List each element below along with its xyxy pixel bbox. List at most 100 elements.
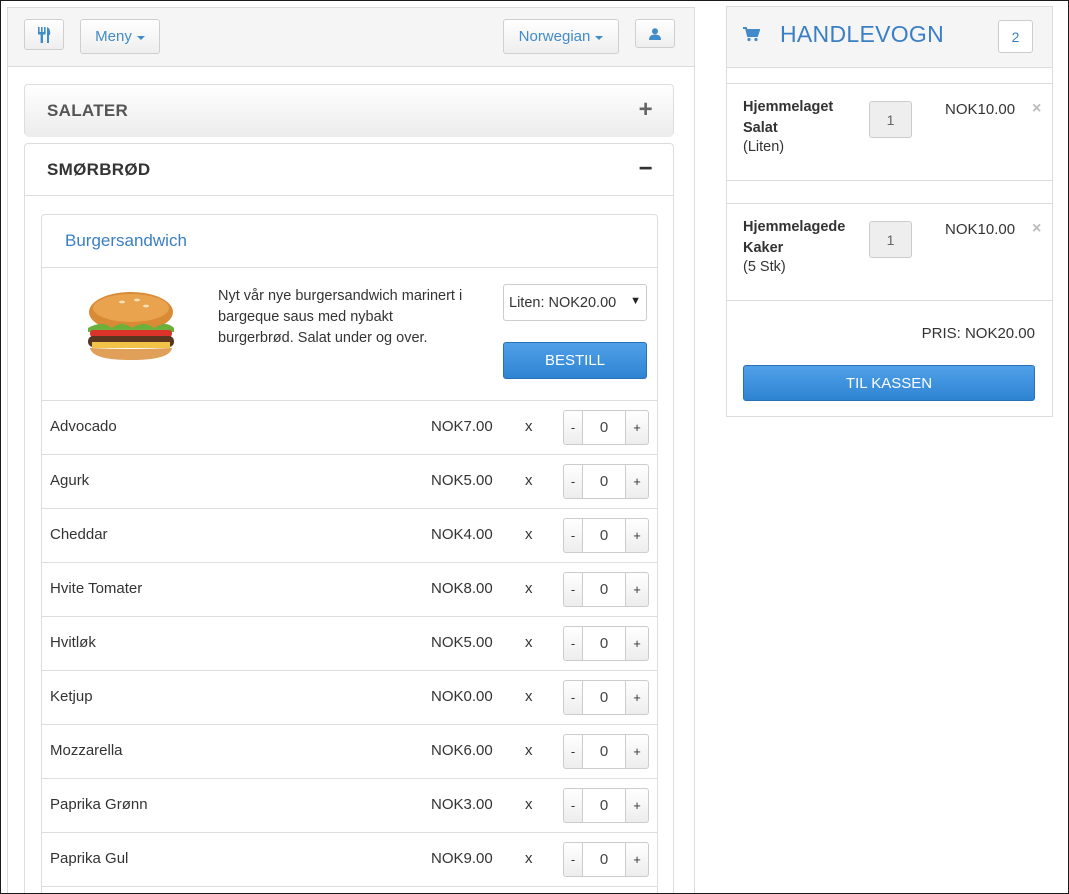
cart-item-price: NOK10.00 — [945, 221, 1016, 238]
increment-button[interactable]: + — [625, 410, 649, 445]
cart-item-name: Hjemmelaget Salat — [743, 99, 834, 136]
multiply-sign: x — [525, 634, 533, 651]
product-description: Nyt vår nye burgersandwich marinert i ba… — [218, 288, 463, 346]
extra-name: Paprika Gul — [50, 850, 129, 867]
decrement-button[interactable]: - — [563, 734, 583, 769]
multiply-sign: x — [525, 850, 533, 867]
quantity-input[interactable]: 0 — [583, 410, 625, 445]
size-select[interactable]: Liten: NOK20.00 ▼ — [503, 284, 647, 321]
extra-price: NOK0.00 — [431, 688, 493, 705]
language-dropdown-button[interactable]: Norwegian — [503, 19, 619, 54]
category-smorbrod: SMØRBRØD − Burgersandwich Nyt vår nye bu… — [24, 143, 674, 893]
extra-name: Advocado — [50, 418, 117, 435]
extra-price: NOK6.00 — [431, 742, 493, 759]
checkout-button[interactable]: TIL KASSEN — [743, 365, 1035, 401]
category-title: SALATER — [47, 101, 129, 120]
restaurant-button[interactable] — [24, 19, 64, 50]
cart-count-badge[interactable]: 2 — [998, 20, 1033, 53]
quantity-input[interactable]: 0 — [583, 842, 625, 877]
extra-price: NOK5.00 — [431, 472, 493, 489]
quantity-stepper: -0 + — [563, 518, 649, 553]
extra-name: Hvitløk — [50, 634, 96, 651]
decrement-button[interactable]: - — [563, 518, 583, 553]
app-window: Meny Norwegian SALATER + SMØRBRØD − Burg… — [0, 0, 1069, 894]
extra-row: Mozzarella NOK6.00 x -0 + — [42, 725, 657, 779]
extra-row: Paprika Grønn NOK3.00 x -0 + — [42, 779, 657, 833]
quantity-input[interactable]: 0 — [583, 464, 625, 499]
chevron-down-icon — [136, 35, 145, 40]
extra-price: NOK4.00 — [431, 526, 493, 543]
multiply-sign: x — [525, 688, 533, 705]
cart-item-quantity[interactable]: 1 — [869, 101, 912, 138]
decrement-button[interactable]: - — [563, 410, 583, 445]
extra-price: NOK8.00 — [431, 580, 493, 597]
quantity-input[interactable]: 0 — [583, 680, 625, 715]
decrement-button[interactable]: - — [563, 572, 583, 607]
minus-icon[interactable]: − — [639, 157, 653, 181]
product-card: Burgersandwich Nyt vår nye burgersandwic… — [41, 214, 658, 893]
quantity-stepper: -0 + — [563, 464, 649, 499]
increment-button[interactable]: + — [625, 734, 649, 769]
quantity-stepper: -0 + — [563, 734, 649, 769]
cart-item: Hjemmelagede Kaker (5 Stk) 1 NOK10.00 × — [727, 203, 1052, 301]
extra-price: NOK7.00 — [431, 418, 493, 435]
quantity-input[interactable]: 0 — [583, 572, 625, 607]
cart-item-variant: (Liten) — [743, 139, 785, 155]
cart-item-quantity[interactable]: 1 — [869, 221, 912, 258]
quantity-stepper: -0 + — [563, 680, 649, 715]
cart-item: Hjemmelaget Salat (Liten) 1 NOK10.00 × — [727, 83, 1052, 181]
increment-button[interactable]: + — [625, 464, 649, 499]
user-button[interactable] — [635, 19, 675, 48]
category-header[interactable]: SMØRBRØD − — [25, 144, 673, 196]
order-button[interactable]: BESTILL — [503, 342, 647, 379]
burger-image — [88, 292, 174, 360]
cart-item-variant: (5 Stk) — [743, 259, 786, 275]
increment-button[interactable]: + — [625, 788, 649, 823]
remove-icon[interactable]: × — [1032, 100, 1041, 118]
extras-list: Advocado NOK7.00 x -0 + Agurk NOK5.00 x -0 + Chedd… — [42, 401, 657, 887]
category-salater[interactable]: SALATER + — [24, 84, 674, 137]
increment-button[interactable]: + — [625, 572, 649, 607]
plus-icon[interactable]: + — [639, 98, 653, 122]
quantity-stepper: -0 + — [563, 410, 649, 445]
product-title[interactable]: Burgersandwich — [42, 215, 657, 268]
menu-dropdown-button[interactable]: Meny — [80, 19, 160, 54]
cart-item-name: Hjemmelagede Kaker — [743, 219, 846, 256]
product-body: Nyt vår nye burgersandwich marinert i ba… — [42, 268, 657, 401]
quantity-input[interactable]: 0 — [583, 734, 625, 769]
multiply-sign: x — [525, 526, 533, 543]
decrement-button[interactable]: - — [563, 680, 583, 715]
decrement-button[interactable]: - — [563, 788, 583, 823]
dropdown-arrow-icon: ▼ — [630, 295, 641, 307]
quantity-input[interactable]: 0 — [583, 788, 625, 823]
quantity-input[interactable]: 0 — [583, 518, 625, 553]
increment-button[interactable]: + — [625, 518, 649, 553]
quantity-input[interactable]: 0 — [583, 626, 625, 661]
increment-button[interactable]: + — [625, 626, 649, 661]
decrement-button[interactable]: - — [563, 464, 583, 499]
quantity-stepper: -0 + — [563, 572, 649, 607]
extra-row: Ketjup NOK0.00 x -0 + — [42, 671, 657, 725]
multiply-sign: x — [525, 472, 533, 489]
extra-name: Cheddar — [50, 526, 108, 543]
remove-icon[interactable]: × — [1032, 220, 1041, 238]
menu-panel: Meny Norwegian SALATER + SMØRBRØD − Burg… — [7, 7, 695, 893]
quantity-stepper: -0 + — [563, 842, 649, 877]
cart-panel: HANDLEVOGN 2 Hjemmelaget Salat (Liten) 1… — [726, 6, 1053, 417]
multiply-sign: x — [525, 796, 533, 813]
cart-total: PRIS: NOK20.00 — [921, 325, 1035, 342]
decrement-button[interactable]: - — [563, 626, 583, 661]
extra-row: Hvitløk NOK5.00 x -0 + — [42, 617, 657, 671]
chevron-down-icon — [595, 35, 604, 40]
increment-button[interactable]: + — [625, 680, 649, 715]
category-header[interactable]: SALATER + — [25, 85, 673, 137]
increment-button[interactable]: + — [625, 842, 649, 877]
extra-row: Hvite Tomater NOK8.00 x -0 + — [42, 563, 657, 617]
extra-row: Advocado NOK7.00 x -0 + — [42, 401, 657, 455]
decrement-button[interactable]: - — [563, 842, 583, 877]
cart-item-price: NOK10.00 — [945, 101, 1016, 118]
menu-dropdown-label: Meny — [95, 28, 132, 45]
extra-name: Agurk — [50, 472, 90, 489]
extra-name: Mozzarella — [50, 742, 123, 759]
cart-title: HANDLEVOGN — [780, 21, 945, 47]
